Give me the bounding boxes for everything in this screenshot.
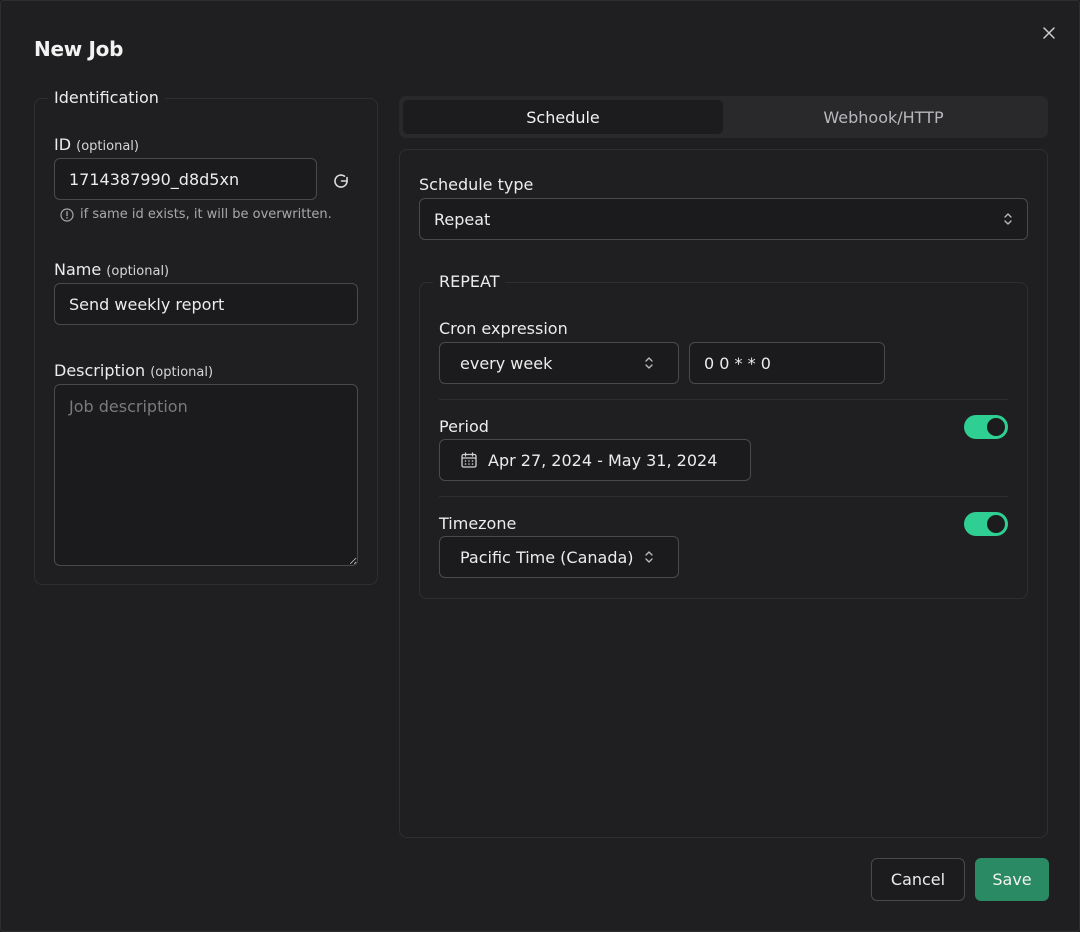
repeat-legend: REPEAT bbox=[433, 272, 506, 291]
chevron-up-down-icon bbox=[645, 357, 653, 369]
schedule-type-label: Schedule type bbox=[419, 175, 534, 194]
id-label: ID (optional) bbox=[54, 135, 139, 154]
cron-expression-label: Cron expression bbox=[439, 319, 568, 338]
divider bbox=[439, 496, 1008, 497]
close-icon bbox=[1043, 27, 1055, 39]
tab-bar: Schedule Webhook/HTTP bbox=[399, 96, 1048, 138]
description-textarea[interactable] bbox=[54, 384, 358, 566]
close-button[interactable] bbox=[1037, 21, 1061, 45]
cron-preset-select[interactable]: every week bbox=[439, 342, 679, 384]
toggle-knob bbox=[987, 418, 1005, 436]
timezone-select[interactable]: Pacific Time (Canada) bbox=[439, 536, 679, 578]
name-label: Name (optional) bbox=[54, 260, 170, 279]
timezone-toggle[interactable] bbox=[964, 512, 1008, 536]
divider bbox=[439, 399, 1008, 400]
period-toggle[interactable] bbox=[964, 415, 1008, 439]
id-hint: if same id exists, it will be overwritte… bbox=[60, 207, 332, 222]
tab-webhook-http[interactable]: Webhook/HTTP bbox=[723, 100, 1044, 134]
identification-legend: Identification bbox=[48, 88, 165, 107]
description-label: Description (optional) bbox=[54, 361, 214, 380]
chevron-up-down-icon bbox=[1004, 213, 1012, 225]
tab-schedule[interactable]: Schedule bbox=[403, 100, 723, 134]
name-input[interactable]: Send weekly report bbox=[54, 283, 358, 325]
period-label: Period bbox=[439, 417, 489, 436]
schedule-type-select[interactable]: Repeat bbox=[419, 198, 1028, 240]
new-job-dialog: New Job Identification ID (optional) 171… bbox=[0, 0, 1080, 932]
cancel-button[interactable]: Cancel bbox=[871, 858, 965, 901]
save-button[interactable]: Save bbox=[975, 858, 1049, 901]
refresh-id-button[interactable] bbox=[329, 169, 353, 193]
chevron-up-down-icon bbox=[645, 551, 653, 563]
period-date-range-picker[interactable]: Apr 27, 2024 - May 31, 2024 bbox=[439, 439, 751, 481]
toggle-knob bbox=[987, 515, 1005, 533]
dialog-title: New Job bbox=[34, 37, 124, 61]
cron-expression-input[interactable]: 0 0 * * 0 bbox=[689, 342, 885, 384]
id-input[interactable]: 1714387990_d8d5xn bbox=[54, 158, 317, 200]
info-icon bbox=[60, 207, 74, 222]
refresh-icon bbox=[334, 174, 348, 188]
timezone-label: Timezone bbox=[439, 514, 517, 533]
calendar-icon bbox=[461, 452, 477, 468]
